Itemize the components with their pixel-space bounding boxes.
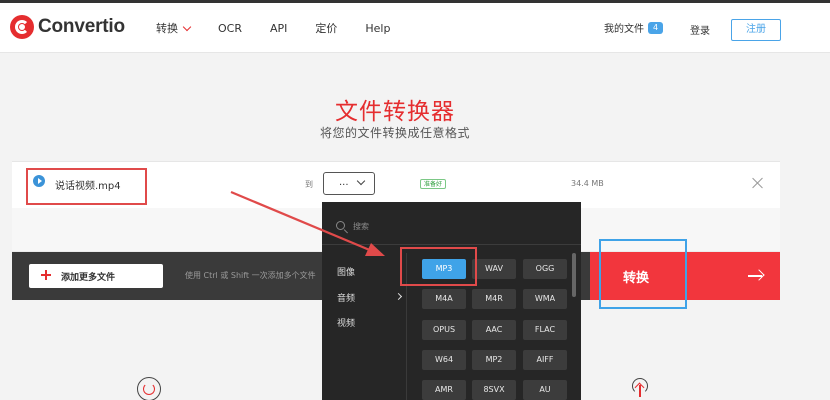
convertio-page: Convertio 转换 OCR API 定价 Help 我的文件 4 登录 注… [0, 0, 830, 400]
annotation-arrow [230, 190, 385, 256]
